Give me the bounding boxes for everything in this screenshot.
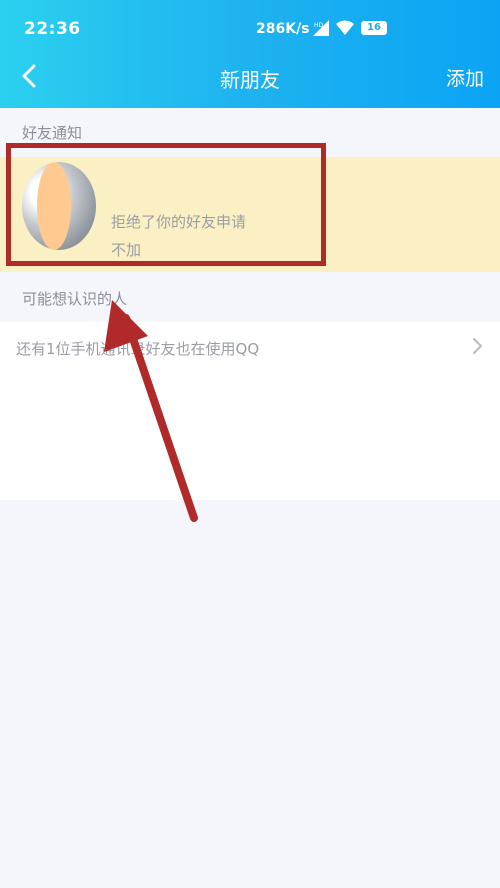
section-label-people-you-may-know: 可能想认识的人 bbox=[22, 290, 128, 308]
highlight-annotation-box bbox=[6, 143, 326, 266]
section-label-friend-notifications: 好友通知 bbox=[22, 124, 83, 142]
contacts-suggestion-item[interactable]: 还有1位手机通讯录好友也在使用QQ bbox=[16, 338, 259, 359]
network-speed: 286K/s bbox=[256, 21, 310, 37]
add-button[interactable]: 添加 bbox=[446, 64, 484, 91]
chevron-right-icon bbox=[473, 338, 482, 354]
status-time: 22:36 bbox=[24, 19, 81, 39]
page-title: 新朋友 bbox=[220, 68, 280, 92]
signal-icon: HD bbox=[313, 20, 329, 36]
status-bar: 22:36 286K/s HD 16 bbox=[0, 0, 500, 58]
wifi-icon bbox=[336, 20, 354, 35]
svg-text:HD: HD bbox=[314, 22, 324, 29]
battery-icon: 16 bbox=[361, 21, 387, 35]
header-bar: 22:36 286K/s HD 16 新朋友 添加 bbox=[0, 0, 500, 108]
